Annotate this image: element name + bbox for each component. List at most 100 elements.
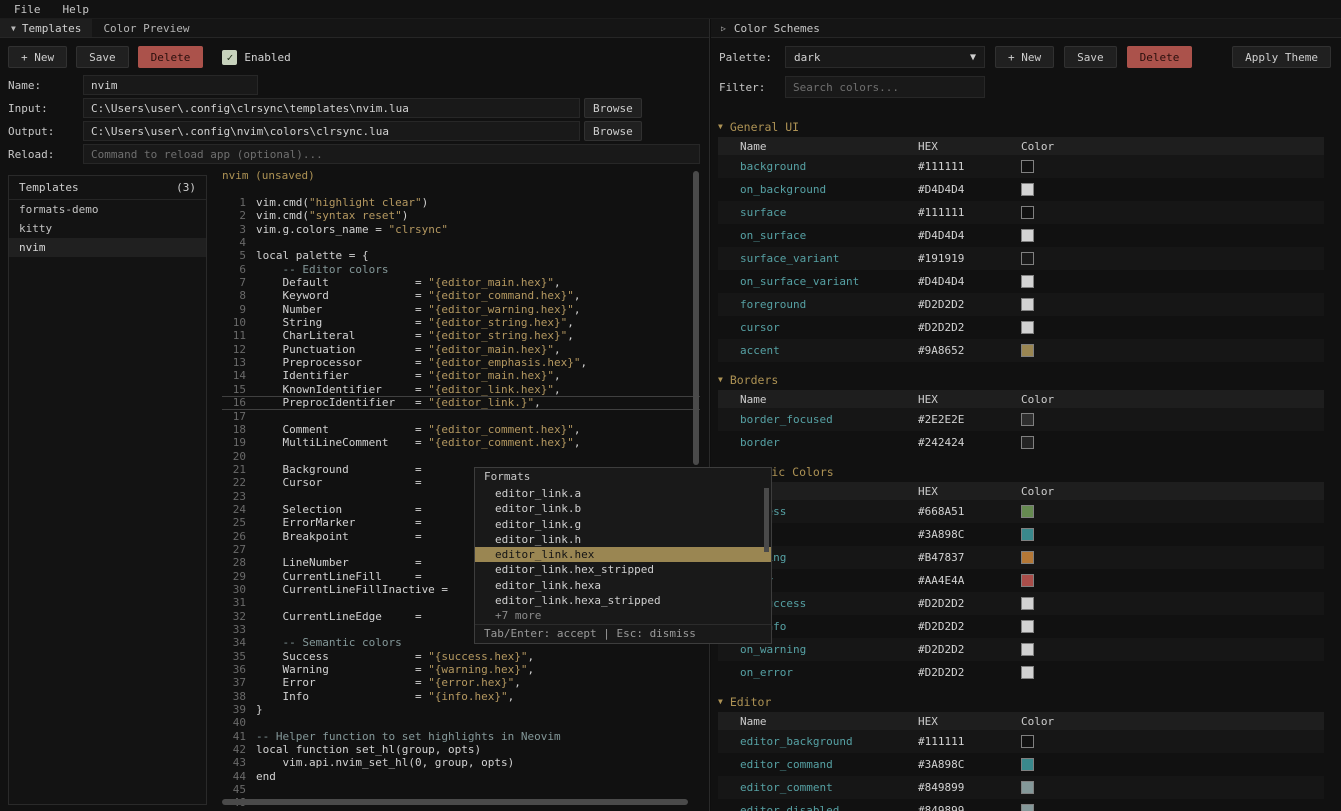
code-line[interactable]: 42local function set_hl(group, opts) (222, 743, 700, 756)
color-swatch[interactable] (1021, 160, 1034, 173)
color-swatch[interactable] (1021, 735, 1034, 748)
code-line[interactable]: 36 Warning = "{warning.hex}", (222, 663, 700, 676)
code-line[interactable]: 16 PreprocIdentifier = "{editor_link.}", (222, 396, 700, 409)
apply-theme-button[interactable]: Apply Theme (1232, 46, 1331, 68)
save-palette-button[interactable]: Save (1064, 46, 1117, 68)
autocomplete-item[interactable]: editor_link.hexa (475, 578, 771, 593)
color-row[interactable]: foreground#D2D2D2 (718, 293, 1324, 316)
color-swatch[interactable] (1021, 666, 1034, 679)
color-swatch[interactable] (1021, 229, 1034, 242)
autocomplete-item[interactable]: editor_link.b (475, 501, 771, 516)
editor-vertical-scrollbar[interactable] (693, 171, 699, 465)
autocomplete-item[interactable]: editor_link.hexa_stripped (475, 593, 771, 608)
code-line[interactable]: 11 CharLiteral = "{editor_string.hex}", (222, 329, 700, 342)
color-row[interactable]: success#668A51 (718, 500, 1324, 523)
color-swatch[interactable] (1021, 551, 1034, 564)
palette-select[interactable]: dark ▼ (785, 46, 985, 68)
code-line[interactable]: 13 Preprocessor = "{editor_emphasis.hex}… (222, 356, 700, 369)
template-item-kitty[interactable]: kitty (9, 219, 206, 238)
delete-palette-button[interactable]: Delete (1127, 46, 1193, 68)
code-line[interactable]: 38 Info = "{info.hex}", (222, 690, 700, 703)
autocomplete-scrollbar[interactable] (764, 488, 769, 552)
color-swatch[interactable] (1021, 321, 1034, 334)
color-row[interactable]: info#3A898C (718, 523, 1324, 546)
enabled-toggle[interactable]: ✓ Enabled (222, 50, 290, 65)
code-line[interactable]: 1vim.cmd("highlight clear") (222, 196, 700, 209)
color-row[interactable]: on_surface_variant#D4D4D4 (718, 270, 1324, 293)
color-row[interactable]: on_warning#D2D2D2 (718, 638, 1324, 661)
color-row[interactable]: surface#111111 (718, 201, 1324, 224)
color-row[interactable]: editor_comment#849899 (718, 776, 1324, 799)
code-line[interactable]: 17 (222, 410, 700, 423)
color-swatch[interactable] (1021, 758, 1034, 771)
color-swatch[interactable] (1021, 804, 1034, 811)
code-line[interactable]: 19 MultiLineComment = "{editor_comment.h… (222, 436, 700, 449)
section-header-semantic-colors[interactable]: ▼Semantic Colors (718, 463, 1324, 480)
color-schemes-header[interactable]: ▷ Color Schemes (711, 19, 1341, 38)
color-row[interactable]: editor_command#3A898C (718, 753, 1324, 776)
code-line[interactable]: 7 Default = "{editor_main.hex}", (222, 276, 700, 289)
code-line[interactable]: 35 Success = "{success.hex}", (222, 650, 700, 663)
color-row[interactable]: border#242424 (718, 431, 1324, 454)
code-line[interactable]: 44end (222, 770, 700, 783)
color-swatch[interactable] (1021, 206, 1034, 219)
color-swatch[interactable] (1021, 643, 1034, 656)
input-path-input[interactable] (83, 98, 580, 118)
new-template-button[interactable]: + New (8, 46, 67, 68)
code-line[interactable]: 15 KnownIdentifier = "{editor_link.hex}"… (222, 383, 700, 396)
section-header-editor[interactable]: ▼Editor (718, 693, 1324, 710)
color-row[interactable]: cursor#D2D2D2 (718, 316, 1324, 339)
color-row[interactable]: on_error#D2D2D2 (718, 661, 1324, 684)
color-row[interactable]: editor_background#111111 (718, 730, 1324, 753)
template-item-nvim[interactable]: nvim (9, 238, 206, 257)
color-swatch[interactable] (1021, 528, 1034, 541)
color-row[interactable]: warning#B47837 (718, 546, 1324, 569)
color-row[interactable]: on_success#D2D2D2 (718, 592, 1324, 615)
name-input[interactable] (83, 75, 258, 95)
reload-command-input[interactable] (83, 144, 700, 164)
color-swatch[interactable] (1021, 252, 1034, 265)
autocomplete-item[interactable]: editor_link.hex_stripped (475, 562, 771, 577)
menu-item-help[interactable]: Help (63, 3, 90, 16)
output-browse-button[interactable]: Browse (584, 121, 642, 141)
color-row[interactable]: border_focused#2E2E2E (718, 408, 1324, 431)
code-line[interactable]: 43 vim.api.nvim_set_hl(0, group, opts) (222, 756, 700, 769)
code-line[interactable]: 40 (222, 716, 700, 729)
section-header-general-ui[interactable]: ▼General UI (718, 118, 1324, 135)
color-row[interactable]: on_background#D4D4D4 (718, 178, 1324, 201)
color-swatch[interactable] (1021, 183, 1034, 196)
autocomplete-item[interactable]: editor_link.g (475, 517, 771, 532)
color-row[interactable]: on_surface#D4D4D4 (718, 224, 1324, 247)
color-swatch[interactable] (1021, 275, 1034, 288)
code-line[interactable]: 20 (222, 450, 700, 463)
code-line[interactable]: 8 Keyword = "{editor_command.hex}", (222, 289, 700, 302)
code-line[interactable]: 14 Identifier = "{editor_main.hex}", (222, 369, 700, 382)
editor-horizontal-scrollbar[interactable] (222, 799, 688, 805)
color-row[interactable]: accent#9A8652 (718, 339, 1324, 362)
section-header-borders[interactable]: ▼Borders (718, 371, 1324, 388)
color-row[interactable]: error#AA4E4A (718, 569, 1324, 592)
color-swatch[interactable] (1021, 597, 1034, 610)
code-line[interactable]: 9 Number = "{editor_warning.hex}", (222, 303, 700, 316)
save-template-button[interactable]: Save (76, 46, 129, 68)
color-swatch[interactable] (1021, 413, 1034, 426)
code-line[interactable]: 18 Comment = "{editor_comment.hex}", (222, 423, 700, 436)
color-row[interactable]: editor_disabled#849899 (718, 799, 1324, 811)
code-line[interactable]: 6 -- Editor colors (222, 263, 700, 276)
code-line[interactable]: 3vim.g.colors_name = "clrsync" (222, 223, 700, 236)
code-line[interactable]: 39} (222, 703, 700, 716)
color-search-input[interactable] (785, 76, 985, 98)
color-swatch[interactable] (1021, 436, 1034, 449)
code-line[interactable]: 37 Error = "{error.hex}", (222, 676, 700, 689)
delete-template-button[interactable]: Delete (138, 46, 204, 68)
autocomplete-item[interactable]: editor_link.h (475, 532, 771, 547)
autocomplete-item[interactable]: editor_link.hex (475, 547, 771, 562)
autocomplete-more-item[interactable]: +7 more (475, 608, 771, 623)
code-line[interactable]: 5local palette = { (222, 249, 700, 262)
color-swatch[interactable] (1021, 505, 1034, 518)
code-line[interactable]: 4 (222, 236, 700, 249)
code-line[interactable]: 2vim.cmd("syntax reset") (222, 209, 700, 222)
output-path-input[interactable] (83, 121, 580, 141)
color-swatch[interactable] (1021, 298, 1034, 311)
color-row[interactable]: surface_variant#191919 (718, 247, 1324, 270)
